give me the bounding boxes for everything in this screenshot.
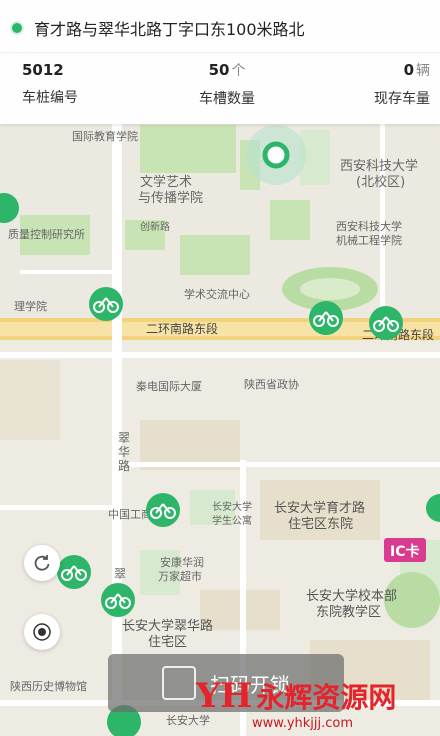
bike-station-marker[interactable] <box>309 301 343 335</box>
stat-slot-count: 50 个 车槽数量 <box>196 60 258 108</box>
stat-unit: 辆 <box>416 63 430 79</box>
stat-bike-count: 0辆 现存车量 <box>364 60 430 108</box>
map-label-wanjia: 万家超市 <box>158 569 202 583</box>
location-dot-icon <box>10 21 24 35</box>
map-label-comm: 与传播学院 <box>138 190 203 206</box>
station-address-row: 育才路与翠华北路丁字口东100米路北 <box>10 14 305 42</box>
watermark-url: www.yhkjjj.com <box>252 716 354 731</box>
map-label-anakang: 安康华润 <box>160 555 204 569</box>
map-label-mech: 机械工程学院 <box>336 233 402 247</box>
stat-station-id: 5012 车桩编号 <box>22 60 78 107</box>
map-label-arts: 文学艺术 <box>140 174 192 190</box>
map-label-yucai2: 住宅区东院 <box>288 517 353 532</box>
stat-value: 5012 <box>22 61 64 79</box>
map-label-cuihua: 翠 <box>118 431 130 445</box>
stat-value: 50 <box>208 61 230 79</box>
map-label-xust: 西安科技大学 <box>340 158 418 174</box>
map-label-icbc: 中国工商 <box>108 507 152 521</box>
map-label-xust2: 西安科技大学 <box>336 219 402 233</box>
stat-value: 0 <box>403 61 414 79</box>
refresh-button[interactable] <box>24 545 60 581</box>
map-label-xust-north: (北校区) <box>356 174 405 190</box>
map-label-dorm2: 学生公寓 <box>212 514 252 527</box>
map-label-intl-edu: 国际教育学院 <box>72 129 138 143</box>
map-label-qindian: 秦电国际大厦 <box>136 379 202 393</box>
map-label-academic: 学术交流中心 <box>184 287 250 301</box>
locate-icon <box>33 623 51 641</box>
map-label-benbu2: 东院教学区 <box>316 604 381 620</box>
ic-card-label: IC卡 <box>390 543 419 560</box>
locate-button[interactable] <box>24 614 60 650</box>
map-label-quality: 质量控制研究所 <box>8 227 85 241</box>
stat-label: 车槽数量 <box>199 91 255 107</box>
map-label-cuihua-res: 长安大学翠华路 <box>122 618 213 634</box>
map-label-road: 二环南路东段 <box>146 321 218 336</box>
map-label-shaanxi: 陕西省政协 <box>244 377 299 391</box>
bike-station-marker[interactable] <box>369 306 403 340</box>
map-label-cuihua-res2: 住宅区 <box>148 635 187 650</box>
stat-label: 现存车量 <box>374 91 430 107</box>
selected-station-marker[interactable] <box>262 141 290 169</box>
bike-station-marker[interactable] <box>101 583 135 617</box>
map-label-sci: 理学院 <box>14 299 47 313</box>
bike-station-marker[interactable] <box>57 555 91 589</box>
map-label-yucai: 长安大学育才路 <box>274 500 365 516</box>
map-label-cuihua4: 翠 <box>114 567 126 581</box>
scan-icon <box>162 666 196 700</box>
station-info-panel: 育才路与翠华北路丁字口东100米路北 5012 车桩编号 50 个 车槽数量 0辆… <box>0 0 440 124</box>
map-label-innov: 创新路 <box>140 220 170 233</box>
watermark-logo: YH <box>196 676 253 716</box>
map-label-cuihua3: 路 <box>118 458 130 473</box>
bike-station-marker[interactable] <box>146 493 180 527</box>
bike-station-marker[interactable] <box>89 287 123 321</box>
watermark-name: 永辉资源网 <box>256 681 397 714</box>
map-label-museum: 陕西历史博物馆 <box>10 679 87 693</box>
divider <box>0 52 440 53</box>
map-label-dorm1: 长安大学 <box>212 500 252 513</box>
map-label-cuihua2: 华 <box>118 445 130 459</box>
refresh-icon <box>34 555 50 571</box>
stat-unit: 个 <box>231 63 246 79</box>
map-label-benbu: 长安大学校本部 <box>306 588 397 604</box>
watermark: YH 永辉资源网 <box>196 676 396 716</box>
stat-label: 车桩编号 <box>22 90 78 106</box>
station-address: 育才路与翠华北路丁字口东100米路北 <box>34 20 305 39</box>
